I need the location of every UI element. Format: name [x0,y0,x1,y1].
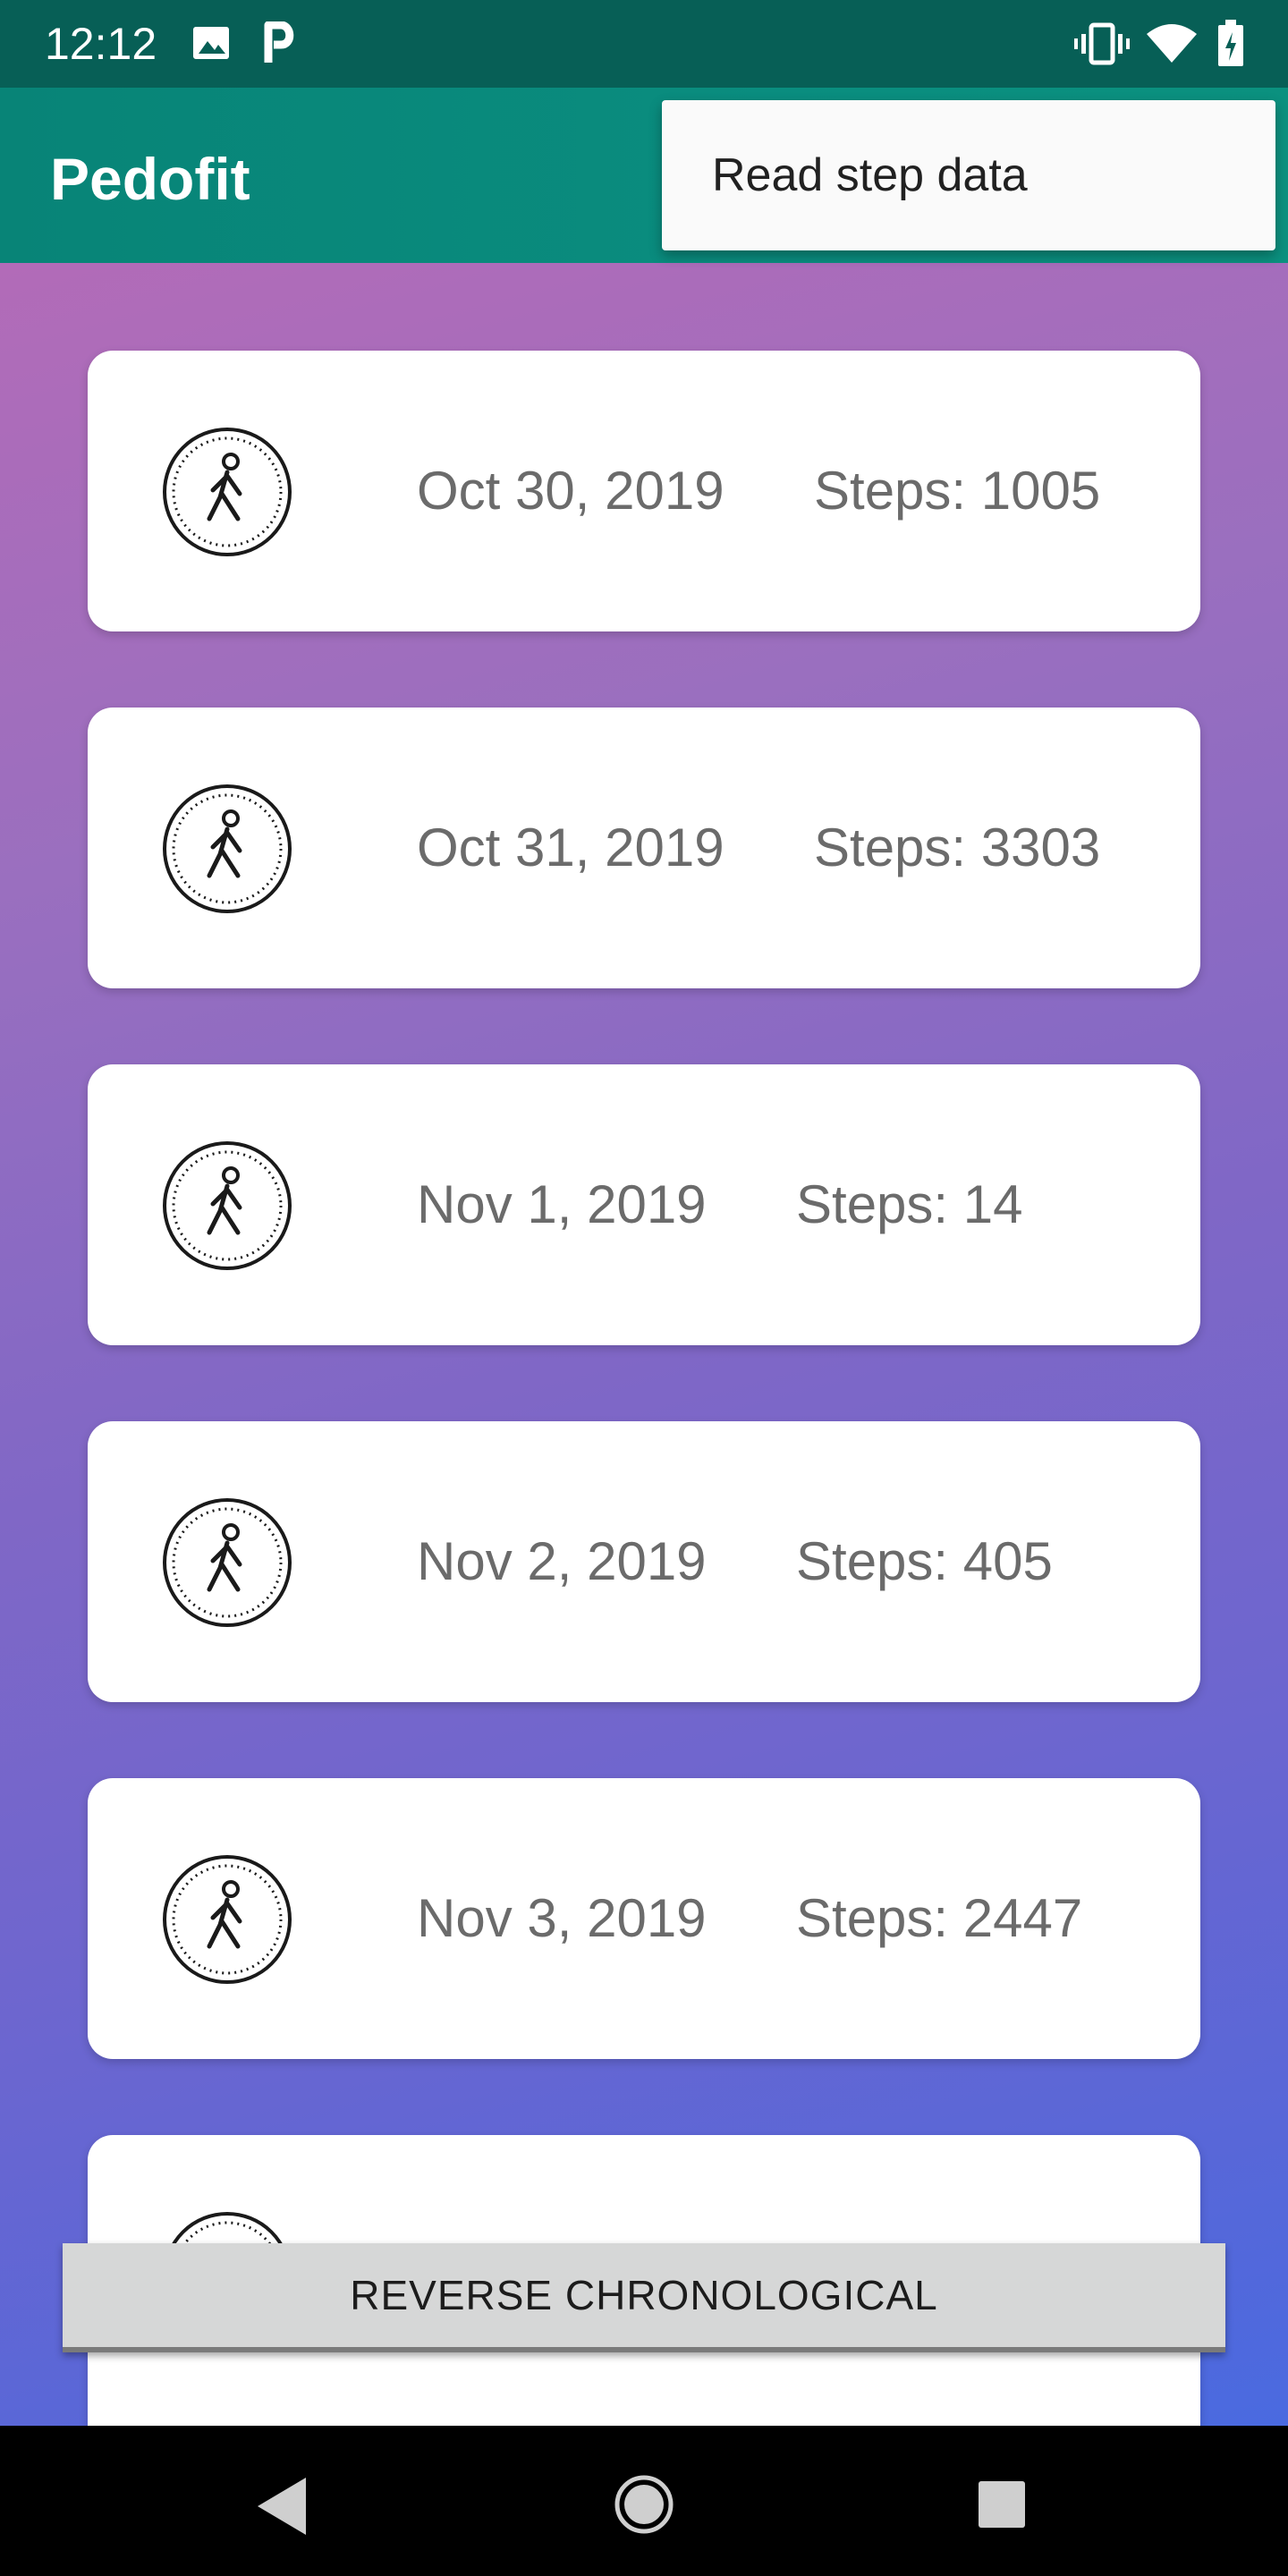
walking-person-icon [163,1855,292,1984]
step-list[interactable]: Oct 30, 2019 Steps: 1005 Oct 31, 2019 St… [0,263,1288,2426]
walking-person-icon [163,1141,292,1270]
status-time: 12:12 [45,19,157,69]
home-icon[interactable] [612,2472,676,2537]
p-icon [264,21,294,63]
battery-icon [1218,20,1243,66]
step-date: Oct 30, 2019 [417,461,724,521]
step-date: Nov 2, 2019 [417,1531,707,1591]
step-date: Nov 1, 2019 [417,1174,707,1234]
walking-person-icon [163,784,292,913]
step-card[interactable]: Oct 31, 2019 Steps: 3303 [88,708,1200,988]
step-card[interactable]: Nov 1, 2019 Steps: 14 [88,1064,1200,1345]
menu-item-read-step-data[interactable]: Read step data [712,148,1028,202]
vibrate-icon [1074,22,1130,65]
step-card[interactable]: Nov 2, 2019 Steps: 405 [88,1421,1200,1702]
wifi-icon [1147,24,1197,63]
overflow-menu: Read step data [662,100,1275,250]
step-date: Nov 3, 2019 [417,1888,707,1948]
step-date: Oct 31, 2019 [417,818,724,877]
step-card[interactable]: Oct 30, 2019 Steps: 1005 [88,351,1200,631]
walking-person-icon [163,428,292,556]
step-card[interactable]: Nov 3, 2019 Steps: 2447 [88,1778,1200,2059]
step-count: Steps: 14 [796,1174,1023,1234]
step-count: Steps: 1005 [814,461,1101,521]
reverse-chronological-button[interactable]: REVERSE CHRONOLOGICAL [63,2243,1225,2352]
step-count: Steps: 2447 [796,1888,1083,1948]
step-count: Steps: 405 [796,1531,1053,1591]
navigation-bar [0,2426,1288,2576]
photo-icon [193,27,229,59]
back-icon[interactable] [254,2474,311,2538]
status-bar: 12:12 [0,0,1288,88]
recents-icon[interactable] [977,2479,1027,2529]
walking-person-icon [163,1498,292,1627]
step-count: Steps: 3303 [814,818,1101,877]
app-title: Pedofit [50,146,250,212]
